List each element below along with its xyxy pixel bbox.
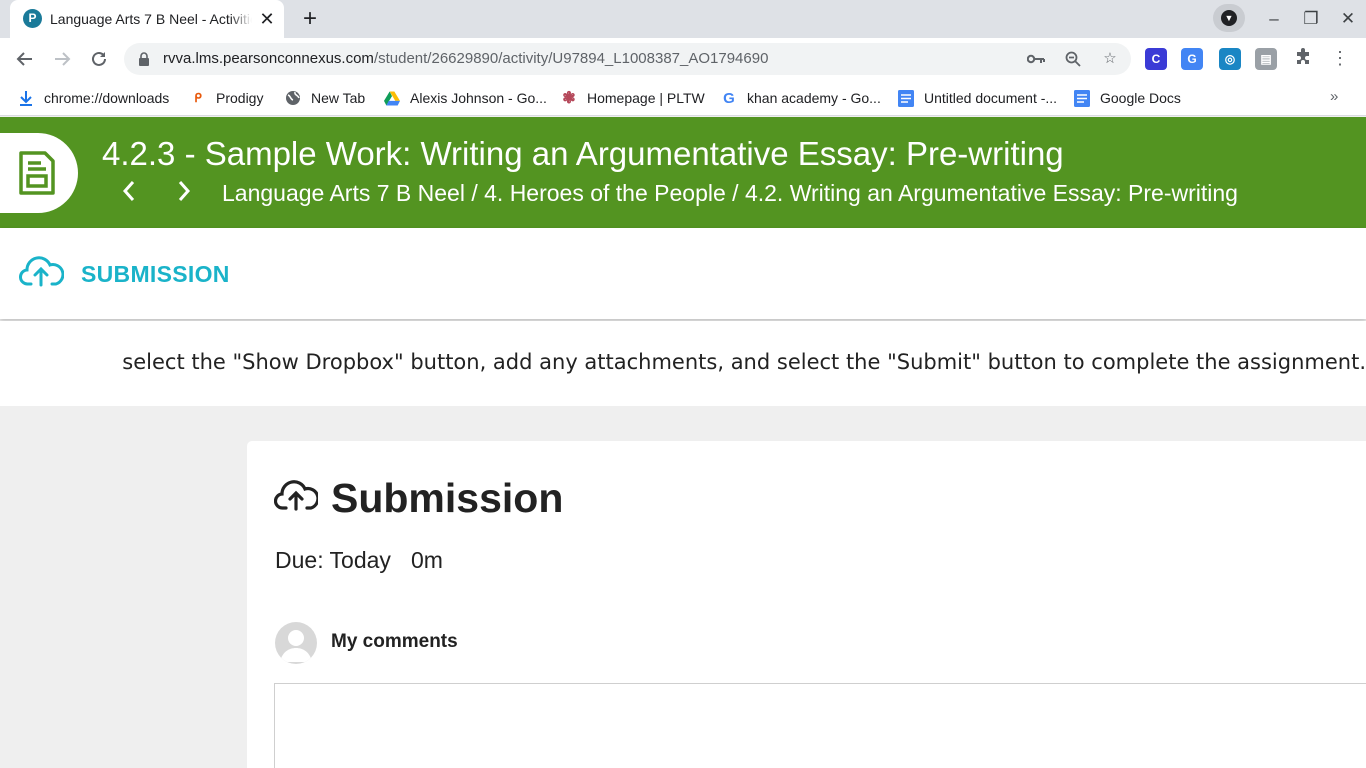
zoom-icon[interactable] xyxy=(1063,49,1083,69)
extension-c-icon[interactable]: C xyxy=(1145,48,1167,70)
extension-globe-icon[interactable]: ◎ xyxy=(1219,48,1241,70)
globe-icon xyxy=(285,90,301,106)
pltw-icon: ❃ xyxy=(562,90,576,107)
tab-strip: P Language Arts 7 B Neel - Activities ✕ … xyxy=(0,0,1366,38)
bookmark-item[interactable]: ᑭ Prodigy xyxy=(190,89,263,107)
new-tab-button[interactable]: + xyxy=(296,5,324,33)
my-comments-label: My comments xyxy=(331,631,458,652)
tab-title: Language Arts 7 B Neel - Activities xyxy=(50,11,252,27)
breadcrumb[interactable]: Language Arts 7 B Neel / 4. Heroes of th… xyxy=(222,180,1238,207)
bookmark-item[interactable]: chrome://downloads xyxy=(18,89,169,107)
submission-title: Submission xyxy=(331,475,564,521)
more-menu-icon[interactable]: ⋮ xyxy=(1330,48,1350,68)
google-translate-icon[interactable]: G xyxy=(1181,48,1203,70)
bookmark-item[interactable]: Alexis Johnson - Go... xyxy=(384,89,547,107)
tab-search-button[interactable]: ▼ xyxy=(1213,4,1245,32)
prodigy-icon: ᑭ xyxy=(194,91,202,105)
avatar xyxy=(275,622,317,664)
bookmark-item[interactable]: New Tab xyxy=(285,89,365,107)
comment-input[interactable] xyxy=(274,683,1366,768)
restore-icon[interactable]: ❐ xyxy=(1298,6,1324,32)
user-silhouette-icon xyxy=(280,630,312,662)
activity-logo xyxy=(0,133,78,213)
browser-toolbar: rvva.lms.pearsonconnexus.com/student/266… xyxy=(0,38,1366,80)
minimize-icon[interactable]: – xyxy=(1261,6,1287,32)
star-bookmark-icon[interactable]: ☆ xyxy=(1100,49,1120,69)
cloud-upload-icon xyxy=(274,480,318,511)
instruction-area: select the "Show Dropbox" button, add an… xyxy=(0,321,1366,406)
activity-header: 4.2.3 - Sample Work: Writing an Argument… xyxy=(0,117,1366,228)
submission-section-label[interactable]: SUBMISSION xyxy=(81,261,230,288)
bookmark-item[interactable]: Untitled document -... xyxy=(898,89,1057,107)
puzzle-extensions-icon[interactable] xyxy=(1293,48,1313,68)
download-icon xyxy=(18,90,34,106)
due-date: Due: Today 0m xyxy=(275,547,443,573)
instruction-text: select the "Show Dropbox" button, add an… xyxy=(122,350,1366,374)
docs-icon xyxy=(898,89,914,107)
document-icon xyxy=(19,151,55,195)
back-arrow-icon[interactable] xyxy=(11,45,39,73)
bookmark-item[interactable]: Google Docs xyxy=(1074,89,1181,107)
chevron-down-icon: ▼ xyxy=(1221,10,1237,26)
bookmark-item[interactable]: ❃ Homepage | PLTW xyxy=(561,89,704,107)
google-icon: G xyxy=(723,89,735,107)
submission-section-bar: SUBMISSION xyxy=(0,228,1366,319)
next-activity-button[interactable] xyxy=(172,179,196,207)
forward-arrow-icon[interactable] xyxy=(48,45,76,73)
address-bar[interactable]: rvva.lms.pearsonconnexus.com/student/266… xyxy=(124,43,1131,75)
close-window-icon[interactable]: ✕ xyxy=(1335,6,1361,32)
browser-tab-active[interactable]: P Language Arts 7 B Neel - Activities ✕ xyxy=(10,0,284,38)
page-title: 4.2.3 - Sample Work: Writing an Argument… xyxy=(102,135,1064,172)
bookmark-item[interactable]: G khan academy - Go... xyxy=(721,89,881,107)
cloud-upload-icon xyxy=(19,256,64,287)
docs-icon xyxy=(1074,89,1090,107)
submission-card: Submission Due: Today 0m My comments xyxy=(247,441,1366,768)
pearson-favicon-icon: P xyxy=(23,9,42,28)
close-tab-icon[interactable]: ✕ xyxy=(257,9,277,29)
previous-activity-button[interactable] xyxy=(117,179,141,207)
bookmarks-bar: chrome://downloads ᑭ Prodigy New Tab Ale… xyxy=(0,80,1366,116)
key-icon[interactable] xyxy=(1026,49,1046,69)
bookmarks-overflow-icon[interactable]: » xyxy=(1330,88,1338,105)
extension-cast-icon[interactable]: ▤ xyxy=(1255,48,1277,70)
reload-icon[interactable] xyxy=(85,45,113,73)
drive-icon xyxy=(384,90,400,106)
lock-icon[interactable] xyxy=(138,52,150,66)
url-text: rvva.lms.pearsonconnexus.com/student/266… xyxy=(163,50,769,67)
